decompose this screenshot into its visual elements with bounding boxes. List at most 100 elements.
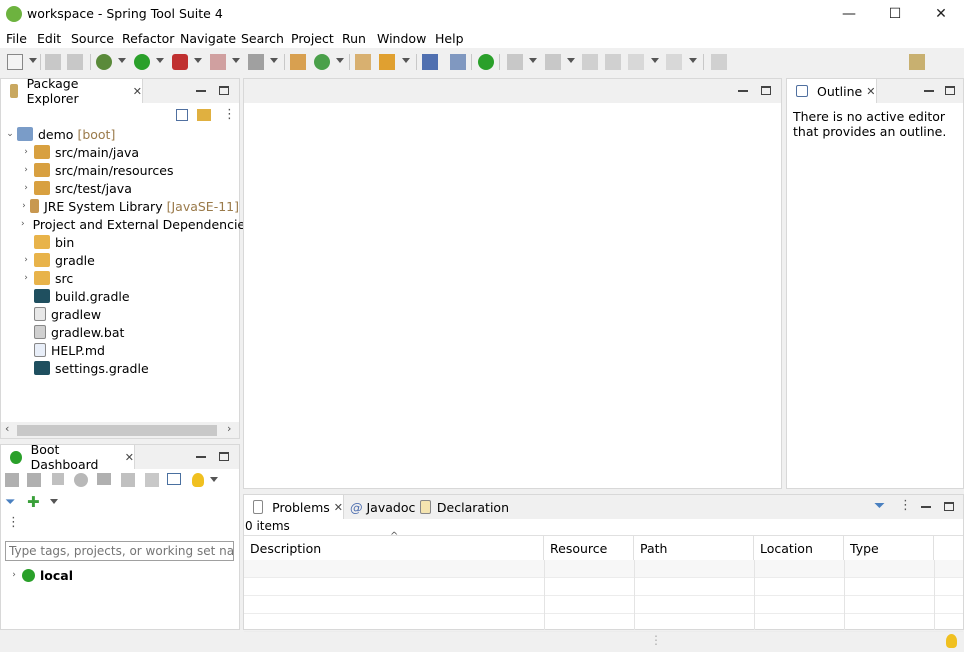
chevron-right-icon[interactable]: › <box>21 273 31 283</box>
menu-edit[interactable]: Edit <box>37 31 61 46</box>
tab-package-explorer[interactable]: Package Explorer ✕ <box>1 76 143 106</box>
filter-icon[interactable]: ⏷ <box>5 495 15 510</box>
chevron-right-icon[interactable]: › <box>9 570 19 580</box>
pin-editor-icon[interactable] <box>711 54 727 70</box>
tree-item[interactable]: build.gradle <box>5 287 239 305</box>
column-header-description[interactable]: Description ^ <box>244 531 544 560</box>
chevron-right-icon[interactable]: › <box>21 219 25 229</box>
external-tools-icon[interactable] <box>172 54 188 70</box>
restart-debug-icon[interactable] <box>27 473 41 487</box>
minimize-view-icon[interactable] <box>196 456 206 458</box>
tree-item[interactable]: › gradle <box>5 251 239 269</box>
save-all-icon[interactable] <box>67 54 83 70</box>
chevron-down-icon[interactable] <box>270 58 278 63</box>
menu-file[interactable]: File <box>6 31 27 46</box>
chevron-down-icon[interactable] <box>529 58 537 63</box>
close-icon[interactable]: ✕ <box>133 85 142 98</box>
maximize-view-icon[interactable] <box>945 86 955 95</box>
tree-item[interactable]: › src <box>5 269 239 287</box>
close-icon[interactable]: ✕ <box>125 451 134 464</box>
chevron-down-icon[interactable] <box>118 58 126 63</box>
chevron-down-icon[interactable] <box>689 58 697 63</box>
column-header-resource[interactable]: Resource <box>544 536 634 560</box>
open-browser-icon[interactable] <box>74 473 88 487</box>
chevron-down-icon[interactable] <box>210 477 218 482</box>
minimize-view-icon[interactable] <box>921 506 931 508</box>
link-with-editor-icon[interactable] <box>197 109 211 121</box>
stop-icon[interactable] <box>52 473 64 485</box>
close-icon[interactable]: ✕ <box>866 85 875 98</box>
menu-run[interactable]: Run <box>342 31 366 46</box>
tree-item[interactable]: bin <box>5 233 239 251</box>
close-button[interactable]: ✕ <box>918 0 964 28</box>
chevron-down-icon[interactable] <box>567 58 575 63</box>
terminate-icon[interactable] <box>210 54 226 70</box>
minimize-button[interactable]: — <box>826 0 872 28</box>
tree-item[interactable]: › src/main/resources <box>5 161 239 179</box>
chevron-down-icon[interactable] <box>402 58 410 63</box>
minimize-view-icon[interactable] <box>196 90 206 92</box>
chevron-down-icon[interactable] <box>336 58 344 63</box>
tab-outline[interactable]: Outline ✕ <box>787 79 877 103</box>
menu-window[interactable]: Window <box>377 31 426 46</box>
disconnect-icon[interactable] <box>248 54 264 70</box>
boot-dashboard-filter-input[interactable] <box>5 541 234 561</box>
filter-icon[interactable]: ⏷ <box>874 498 885 514</box>
chevron-down-icon[interactable] <box>232 58 240 63</box>
close-icon[interactable]: ✕ <box>334 501 343 514</box>
forward-icon[interactable] <box>666 54 682 70</box>
chevron-down-icon[interactable] <box>194 58 202 63</box>
maximize-button[interactable]: ☐ <box>872 0 918 28</box>
tree-item[interactable]: settings.gradle <box>5 359 239 377</box>
menu-project[interactable]: Project <box>291 31 334 46</box>
chevron-down-icon[interactable] <box>29 58 37 63</box>
chevron-down-icon[interactable] <box>156 58 164 63</box>
tree-item[interactable]: gradlew.bat <box>5 323 239 341</box>
tree-item[interactable]: › src/test/java <box>5 179 239 197</box>
minimize-view-icon[interactable] <box>924 90 934 92</box>
tree-item[interactable]: › Project and External Dependencies <box>5 215 252 233</box>
tab-javadoc[interactable]: @ Javadoc <box>344 495 415 519</box>
go-to-config-icon[interactable] <box>121 473 135 487</box>
maximize-view-icon[interactable] <box>761 86 771 95</box>
scroll-right-icon[interactable]: › <box>227 422 231 435</box>
boot-dashboard-icon[interactable] <box>478 54 494 70</box>
search-tool-icon[interactable] <box>379 54 395 70</box>
minimize-view-icon[interactable] <box>738 90 748 92</box>
collapse-all-icon[interactable] <box>176 109 188 121</box>
menu-search[interactable]: Search <box>241 31 284 46</box>
forward-edit-icon[interactable] <box>605 54 621 70</box>
new-class-icon[interactable] <box>314 54 330 70</box>
scrollbar-thumb[interactable] <box>17 425 217 436</box>
menu-refactor[interactable]: Refactor <box>122 31 174 46</box>
chevron-right-icon[interactable]: › <box>21 183 31 193</box>
open-perspective-icon[interactable] <box>909 54 925 70</box>
chevron-down-icon[interactable]: ⌄ <box>5 129 15 139</box>
horizontal-scrollbar[interactable]: ‹ › <box>1 422 239 438</box>
column-header-type[interactable]: Type <box>844 536 934 560</box>
edit-icon[interactable] <box>145 473 159 487</box>
view-menu-icon[interactable]: ⋮ <box>899 498 912 513</box>
view-menu-icon[interactable]: ⋮ <box>223 107 236 122</box>
chevron-right-icon[interactable]: › <box>21 165 31 175</box>
new-icon[interactable] <box>7 54 23 70</box>
lightbulb-icon[interactable] <box>946 634 957 648</box>
menu-navigate[interactable]: Navigate <box>180 31 236 46</box>
new-package-icon[interactable] <box>290 54 306 70</box>
run-icon[interactable] <box>134 54 150 70</box>
maximize-view-icon[interactable] <box>944 502 954 511</box>
chevron-right-icon[interactable]: › <box>21 255 31 265</box>
console-icon[interactable] <box>422 54 438 70</box>
column-header-path[interactable]: Path <box>634 536 754 560</box>
previous-annotation-icon[interactable] <box>545 54 561 70</box>
tab-declaration[interactable]: Declaration <box>414 495 509 519</box>
mark-occurrences-icon[interactable] <box>450 54 466 70</box>
chevron-right-icon[interactable]: › <box>21 201 27 211</box>
menu-help[interactable]: Help <box>435 31 464 46</box>
view-menu-icon[interactable]: ⋮ <box>7 515 20 530</box>
save-icon[interactable] <box>45 54 61 70</box>
properties-icon[interactable] <box>167 473 181 485</box>
tree-item[interactable]: gradlew <box>5 305 239 323</box>
back-icon[interactable] <box>628 54 644 70</box>
tree-item[interactable]: HELP.md <box>5 341 239 359</box>
